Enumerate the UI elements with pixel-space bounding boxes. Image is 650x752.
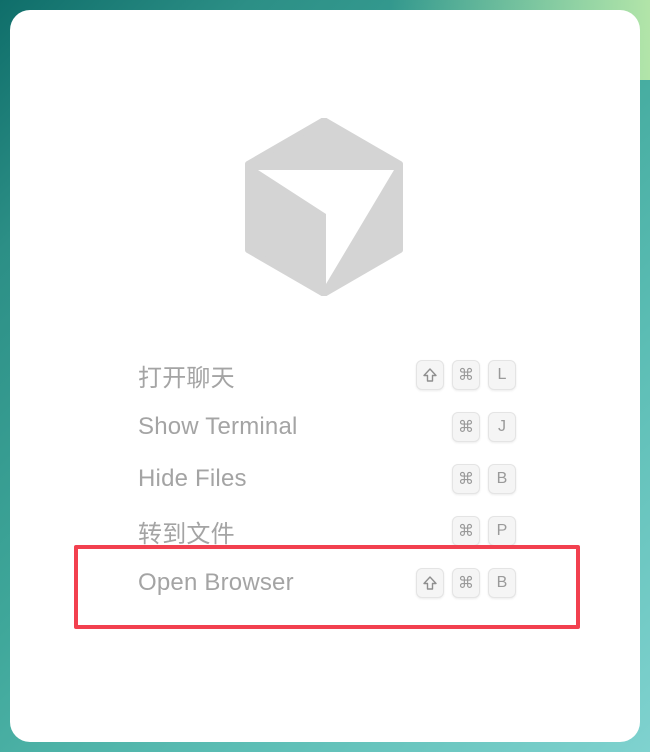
shift-key-icon bbox=[416, 360, 444, 390]
shortcut-label: Show Terminal bbox=[138, 413, 298, 440]
shortcut-show-terminal[interactable]: Show Terminal ⌘ J bbox=[138, 401, 516, 453]
key-b: B bbox=[488, 464, 516, 494]
command-key-icon: ⌘ bbox=[452, 360, 480, 390]
key-l: L bbox=[488, 360, 516, 390]
command-key-icon: ⌘ bbox=[452, 412, 480, 442]
open-browser-highlight-box bbox=[74, 545, 580, 629]
cube-logo-icon bbox=[245, 118, 403, 296]
shortcut-keys: ⌘ B bbox=[452, 464, 516, 494]
shortcut-label: 打开聊天 bbox=[138, 364, 235, 392]
shortcut-keys: ⌘ P bbox=[452, 516, 516, 546]
command-key-icon: ⌘ bbox=[452, 464, 480, 494]
key-p: P bbox=[488, 516, 516, 546]
shortcut-open-chat[interactable]: 打开聊天 ⌘ L bbox=[138, 349, 516, 401]
key-j: J bbox=[488, 412, 516, 442]
welcome-panel: 打开聊天 ⌘ L Show Terminal ⌘ J Hide Files ⌘ … bbox=[10, 10, 640, 742]
shortcut-label: 转到文件 bbox=[138, 520, 235, 548]
shortcut-keys: ⌘ L bbox=[416, 360, 516, 390]
shortcut-hide-files[interactable]: Hide Files ⌘ B bbox=[138, 453, 516, 505]
shortcut-keys: ⌘ J bbox=[452, 412, 516, 442]
command-key-icon: ⌘ bbox=[452, 516, 480, 546]
shortcut-label: Hide Files bbox=[138, 465, 247, 492]
